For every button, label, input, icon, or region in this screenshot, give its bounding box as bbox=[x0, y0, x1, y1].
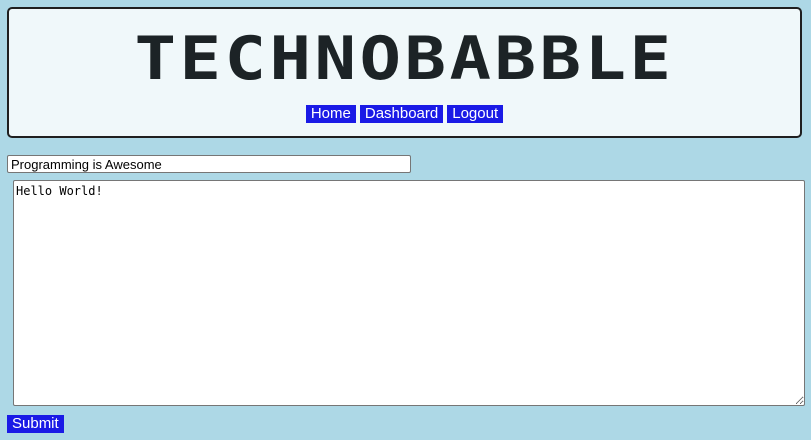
nav-logout-link[interactable]: Logout bbox=[447, 105, 504, 123]
post-title-input[interactable] bbox=[7, 155, 411, 173]
site-title: TECHNOBABBLE bbox=[134, 24, 675, 94]
nav-dashboard-link[interactable]: Dashboard bbox=[359, 105, 444, 123]
nav-home-link[interactable]: Home bbox=[305, 105, 356, 123]
site-header: TECHNOBABBLE Home Dashboard Logout bbox=[7, 7, 802, 138]
submit-button[interactable]: Submit bbox=[7, 415, 64, 433]
post-body-textarea[interactable]: Hello World! bbox=[13, 180, 805, 406]
main-nav: Home Dashboard Logout bbox=[9, 105, 800, 123]
